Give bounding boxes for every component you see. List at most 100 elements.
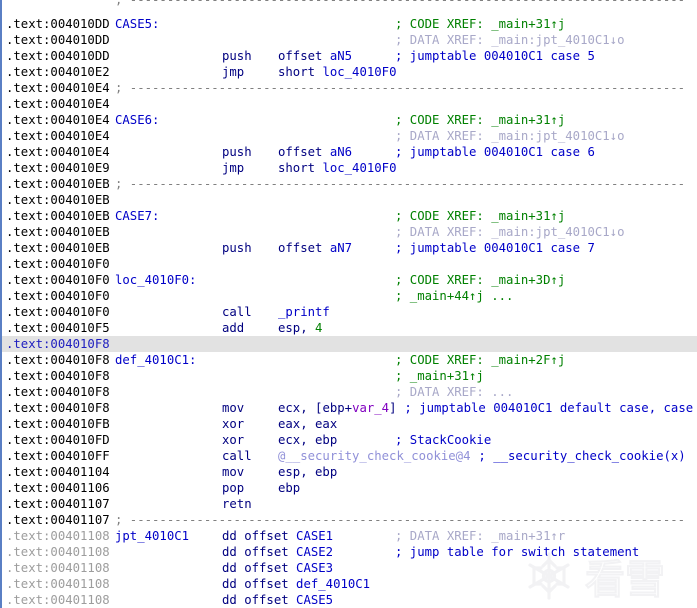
instruction-mnemonic: xor	[222, 417, 245, 431]
symbol-label[interactable]: CASE5:	[115, 16, 159, 32]
disasm-line[interactable]: .text:004010F5 add esp, 4	[2, 320, 697, 336]
line-comment: ; CODE XREF: _main+31↑j	[395, 113, 566, 127]
instruction-mnemonic: retn	[222, 497, 252, 511]
line-address: .text:00401107	[6, 497, 110, 511]
line-address: .text:004010EB	[6, 193, 110, 207]
disasm-line[interactable]: .text:00401107 retn	[2, 496, 697, 512]
instruction-operands[interactable]: dd offset CASE3	[222, 560, 333, 576]
disasm-line[interactable]: .text:004010F0 ; _main+44↑j ...	[2, 288, 697, 304]
instruction-operands[interactable]: dd offset def_4010C1	[222, 576, 370, 592]
disasm-line[interactable]: .text:004010EB CASE7: ; CODE XREF: _main+3…	[2, 208, 697, 224]
disasm-line[interactable]: .text:004010E4 ; DATA XREF: _main:jpt_401…	[2, 128, 697, 144]
instruction-operands[interactable]: ecx, ebp	[278, 432, 337, 448]
line-address: .text:00401104	[6, 465, 110, 479]
line-address: .text:004010F5	[6, 321, 110, 335]
disasm-line[interactable]: .text:004010EB push offset aN7 ; jumptable …	[2, 240, 697, 256]
line-comment: ; CODE XREF: _main+31↑j	[395, 209, 566, 223]
disasm-line[interactable]: .text:004010FF call @__security_check_cook…	[2, 448, 697, 464]
instruction-mnemonic: jmp	[222, 161, 245, 175]
line-comment: ; StackCookie	[395, 433, 492, 447]
disasm-line[interactable]: .text:004010DD push offset aN5 ; jumptable …	[2, 48, 697, 64]
instruction-operands[interactable]: _printf	[278, 304, 330, 320]
symbol-label[interactable]: CASE6:	[115, 112, 159, 128]
line-comment: ; __security_check_cookie(x)	[478, 449, 686, 463]
instruction-mnemonic: jmp	[222, 65, 245, 79]
disassembly-view[interactable]: ; --------------------------------------…	[0, 0, 697, 608]
disasm-line[interactable]: .text:004010F8 def_4010C1: ; CODE XREF: _m…	[2, 352, 697, 368]
disasm-line[interactable]: ; --------------------------------------…	[2, 0, 697, 16]
instruction-mnemonic: pop	[222, 481, 245, 495]
line-comment: ; CODE XREF: _main+3D↑j	[395, 273, 566, 287]
disasm-line[interactable]: .text:004010F8 ; DATA XREF: ...	[2, 384, 697, 400]
disasm-line[interactable]: .text:004010EB ; DATA XREF: _main:jpt_401…	[2, 224, 697, 240]
disasm-line[interactable]: .text:00401106 pop ebp	[2, 480, 697, 496]
disasm-line[interactable]: .text:00401108 dd offset CASE3	[2, 560, 697, 576]
instruction-operands[interactable]: offset aN7	[278, 240, 352, 256]
disasm-line[interactable]: .text:004010E9 jmp short loc_4010F0	[2, 160, 697, 176]
line-address: .text:004010E2	[6, 65, 110, 79]
disasm-line[interactable]: .text:004010F8 mov ecx, [ebp+var_4] ; jumpt…	[2, 400, 697, 416]
instruction-operands[interactable]: offset aN5	[278, 48, 352, 64]
line-comment: ; CODE XREF: _main+2F↑j	[395, 353, 566, 367]
line-address: .text:004010E4	[6, 129, 110, 143]
line-address: .text:004010EB	[6, 209, 110, 223]
instruction-operands[interactable]: dd offset CASE2	[222, 544, 333, 560]
line-address: .text:004010F8	[6, 385, 110, 399]
disasm-line[interactable]: .text:004010F0 call _printf	[2, 304, 697, 320]
instruction-operands[interactable]: ecx, [ebp+var_4]	[278, 400, 397, 416]
disasm-line[interactable]: .text:004010F8	[2, 336, 697, 352]
instruction-operands[interactable]: dd offset CASE1	[222, 528, 333, 544]
line-address: .text:004010F0	[6, 273, 110, 287]
instruction-mnemonic: push	[222, 145, 252, 159]
instruction-operands[interactable]: dd offset CASE5	[222, 592, 333, 608]
instruction-operands[interactable]: short loc_4010F0	[278, 64, 396, 80]
disasm-line[interactable]: .text:004010F0	[2, 256, 697, 272]
disasm-line[interactable]: .text:004010F0 loc_4010F0: ; CODE XREF: _m…	[2, 272, 697, 288]
disasm-line[interactable]: .text:004010E4 ; ------------------------…	[2, 80, 697, 96]
disasm-line[interactable]: .text:00401108 dd offset CASE5	[2, 592, 697, 608]
line-address: .text:004010DD	[6, 17, 110, 31]
line-address: .text:004010F8	[6, 401, 110, 415]
disasm-line[interactable]: .text:004010DD ; DATA XREF: _main:jpt_401…	[2, 32, 697, 48]
line-address: .text:004010F8	[6, 337, 110, 351]
line-address: .text:004010E4	[6, 113, 110, 127]
symbol-label[interactable]: CASE7:	[115, 208, 159, 224]
disasm-line[interactable]: .text:004010EB	[2, 192, 697, 208]
instruction-operands[interactable]: ebp	[278, 480, 300, 496]
disasm-line[interactable]: .text:004010FB xor eax, eax	[2, 416, 697, 432]
disasm-line[interactable]: .text:004010EB ; ------------------------…	[2, 176, 697, 192]
instruction-operands[interactable]: @__security_check_cookie@4	[278, 448, 471, 464]
instruction-operands[interactable]: esp, 4	[278, 320, 322, 336]
disasm-line[interactable]: .text:00401108 dd offset def_4010C1	[2, 576, 697, 592]
separator-line: ; --------------------------------------…	[115, 513, 686, 527]
line-address: .text:004010F8	[6, 353, 110, 367]
disasm-line[interactable]: .text:004010DD CASE5: ; CODE XREF: _main+3…	[2, 16, 697, 32]
instruction-mnemonic: add	[222, 321, 245, 335]
instruction-mnemonic: call	[222, 305, 252, 319]
line-address: .text:004010EB	[6, 177, 110, 191]
symbol-label[interactable]: loc_4010F0:	[115, 272, 196, 288]
separator-line: ; --------------------------------------…	[115, 177, 686, 191]
disasm-line[interactable]: .text:004010FD xor ecx, ebp ; StackCookie	[2, 432, 697, 448]
disasm-line[interactable]: .text:004010F8 ; _main+31↑j	[2, 368, 697, 384]
disasm-line[interactable]: .text:00401108 dd offset CASE2 ; jump tabl…	[2, 544, 697, 560]
disasm-line[interactable]: .text:004010E2 jmp short loc_4010F0	[2, 64, 697, 80]
instruction-operands[interactable]: short loc_4010F0	[278, 160, 396, 176]
symbol-label[interactable]: def_4010C1:	[115, 352, 196, 368]
instruction-operands[interactable]: offset aN6	[278, 144, 352, 160]
disasm-line[interactable]: .text:00401108 jpt_4010C1 dd offset CASE1;…	[2, 528, 697, 544]
disasm-line[interactable]: .text:00401104 mov esp, ebp	[2, 464, 697, 480]
instruction-mnemonic: xor	[222, 433, 245, 447]
instruction-operands[interactable]: esp, ebp	[278, 464, 337, 480]
line-comment: ; DATA XREF: ...	[395, 385, 514, 399]
instruction-operands[interactable]: eax, eax	[278, 416, 337, 432]
disasm-line[interactable]: .text:004010E4 CASE6: ; CODE XREF: _main+3…	[2, 112, 697, 128]
disasm-line[interactable]: .text:00401107 ; ------------------------…	[2, 512, 697, 528]
line-address: .text:00401108	[6, 561, 110, 575]
line-comment: ; jumptable 004010C1 case 6	[395, 145, 595, 159]
disasm-line[interactable]: .text:004010E4	[2, 96, 697, 112]
instruction-mnemonic: mov	[222, 401, 245, 415]
disasm-line[interactable]: .text:004010E4 push offset aN6 ; jumptable …	[2, 144, 697, 160]
symbol-label[interactable]: jpt_4010C1	[115, 528, 189, 544]
line-comment: ; _main+31↑j	[395, 369, 484, 383]
